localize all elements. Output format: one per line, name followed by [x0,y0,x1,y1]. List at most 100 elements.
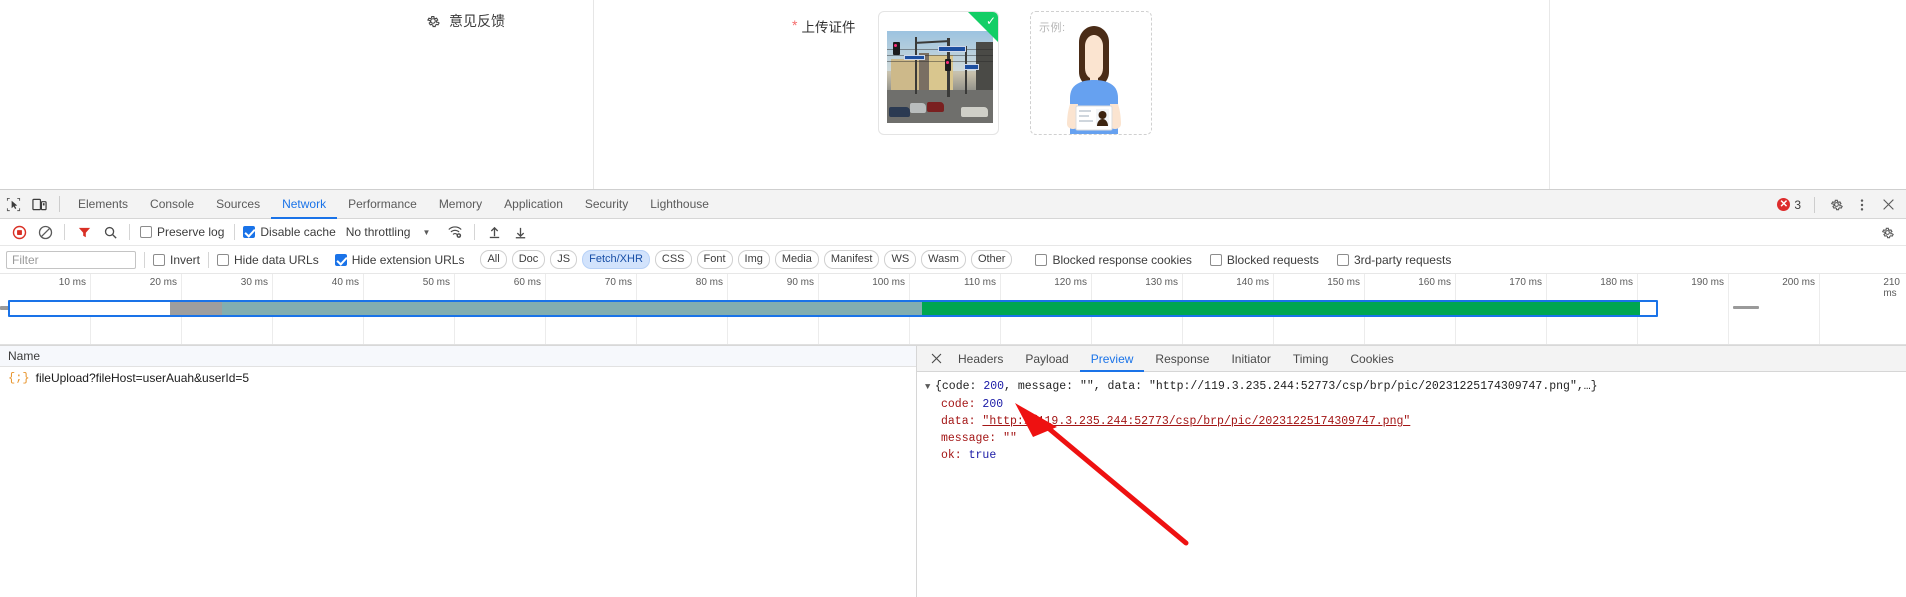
json-key: data: [941,415,976,428]
tab-sources[interactable]: Sources [205,190,271,219]
table-row[interactable]: {;} fileUpload?fileHost=userAuah&userId=… [0,367,916,388]
request-list: Name {;} fileUpload?fileHost=userAuah&us… [0,346,917,597]
type-filter-media[interactable]: Media [774,250,819,269]
timeline-tick: 100 ms [872,277,905,288]
tab-lighthouse[interactable]: Lighthouse [639,190,720,219]
blocked-response-cookies-checkbox[interactable]: Blocked response cookies [1035,252,1192,267]
clear-network-log-icon[interactable] [32,220,58,244]
timeline-tick: 10 ms [58,277,86,288]
blocked-requests-label: Blocked requests [1226,252,1319,267]
triangle-down-icon[interactable]: ▼ [925,379,935,396]
network-filter-bar: Invert Hide data URLs Hide extension URL… [0,246,1906,274]
timeline-selection-window[interactable] [8,300,1658,317]
checkbox-box [1035,253,1048,266]
type-filter-font[interactable]: Font [696,250,733,269]
timeline-tick: 210 ms [1883,277,1900,299]
tab-network[interactable]: Network [271,190,337,219]
timeline-tick: 50 ms [422,277,450,288]
json-summary-suffix: ",…} [1569,380,1598,393]
disable-cache-label: Disable cache [260,225,336,239]
filter-funnel-icon[interactable] [71,220,97,244]
detail-tab-headers[interactable]: Headers [947,346,1014,372]
timeline-tick: 160 ms [1418,277,1451,288]
blocked-response-cookies-label: Blocked response cookies [1052,252,1192,267]
detail-tab-timing[interactable]: Timing [1282,346,1340,372]
uploaded-image-thumbnail[interactable]: ✓ [878,11,999,135]
throttling-select[interactable]: No throttling [346,225,411,239]
type-filter-ws[interactable]: WS [884,250,917,269]
toolbar-divider [234,224,236,240]
type-filter-manifest[interactable]: Manifest [823,250,880,269]
inspect-element-icon[interactable] [0,191,26,217]
timeline-tick: 200 ms [1782,277,1815,288]
checkbox-box [243,226,256,238]
close-icon[interactable] [925,348,947,370]
detail-tab-initiator[interactable]: Initiator [1220,346,1281,372]
gear-icon[interactable] [1874,221,1900,245]
detail-tab-response[interactable]: Response [1144,346,1220,372]
wifi-settings-icon[interactable] [442,220,468,244]
tab-memory[interactable]: Memory [428,190,493,219]
hide-extension-urls-label: Hide extension URLs [351,252,465,267]
tab-performance[interactable]: Performance [337,190,428,219]
device-toolbar-icon[interactable] [26,191,52,217]
record-stop-icon[interactable] [6,220,32,244]
json-summary-line[interactable]: ▼ {code: 200, message: "", data: "http://… [925,378,1906,396]
uploaded-photo [887,31,993,123]
chevron-down-icon[interactable]: ▼ [422,228,430,237]
timeline-selection-handle-right[interactable] [1733,306,1759,309]
search-icon[interactable] [97,220,123,244]
type-filter-img[interactable]: Img [737,250,770,269]
blocked-requests-checkbox[interactable]: Blocked requests [1209,252,1319,267]
export-har-icon[interactable] [507,220,533,244]
network-toolbar-right [1874,219,1900,246]
tab-application[interactable]: Application [493,190,574,219]
third-party-requests-label: 3rd-party requests [1353,252,1452,267]
close-icon[interactable] [1876,193,1900,217]
json-file-icon: {;} [8,370,30,385]
type-filter-fetch-xhr[interactable]: Fetch/XHR [582,250,650,269]
kebab-menu-icon[interactable] [1850,193,1874,217]
resource-type-filters: All Doc JS Fetch/XHR CSS Font Img Media … [480,250,1017,269]
type-filter-js[interactable]: JS [550,250,578,269]
disable-cache-checkbox[interactable]: Disable cache [243,225,336,239]
detail-tab-preview[interactable]: Preview [1080,346,1145,372]
detail-tab-payload[interactable]: Payload [1014,346,1079,372]
json-value: true [968,449,997,462]
timeline-tick: 140 ms [1236,277,1269,288]
gear-icon [427,16,440,28]
tab-console[interactable]: Console [139,190,205,219]
type-filter-css[interactable]: CSS [654,250,692,269]
detail-tab-cookies[interactable]: Cookies [1339,346,1404,372]
toolbar-divider [208,251,210,268]
preview-json-viewer: ▼ {code: 200, message: "", data: "http://… [917,372,1906,597]
upload-field-label: * 上传证件 [792,16,855,36]
hide-extension-urls-checkbox[interactable]: Hide extension URLs [334,252,465,267]
column-header-name: Name [8,349,41,363]
json-field-code: code: 200 [925,396,1906,413]
hide-data-urls-checkbox[interactable]: Hide data URLs [217,253,319,267]
gear-icon[interactable] [1824,193,1848,217]
timeline-tick: 110 ms [963,277,996,288]
tab-security[interactable]: Security [574,190,639,219]
person-holding-id-illustration [1067,26,1121,134]
type-filter-doc[interactable]: Doc [511,250,546,269]
type-filter-all[interactable]: All [480,250,507,269]
tab-elements[interactable]: Elements [67,190,139,219]
network-overview-timeline[interactable]: 10 ms 20 ms 30 ms 40 ms 50 ms 60 ms 70 m… [0,274,1906,346]
import-har-icon[interactable] [481,220,507,244]
invert-checkbox[interactable]: Invert [153,253,200,267]
feedback-button[interactable]: 意见反馈 [425,11,505,31]
json-value[interactable]: "http://119.3.235.244:52773/csp/brp/pic/… [982,415,1410,428]
type-filter-wasm[interactable]: Wasm [921,250,966,269]
filter-input[interactable] [6,250,136,269]
type-filter-other[interactable]: Other [970,250,1013,269]
timeline-tick: 80 ms [695,277,723,288]
example-image-card: 示例: [1030,11,1152,135]
third-party-requests-checkbox[interactable]: 3rd-party requests [1336,252,1452,267]
toolbar-divider [64,224,65,240]
network-toolbar: Preserve log Disable cache No throttling… [0,219,1906,246]
json-value: "" [1003,432,1017,445]
preserve-log-checkbox[interactable]: Preserve log [140,225,224,239]
error-count-badge[interactable]: ✕ 3 [1777,198,1805,212]
